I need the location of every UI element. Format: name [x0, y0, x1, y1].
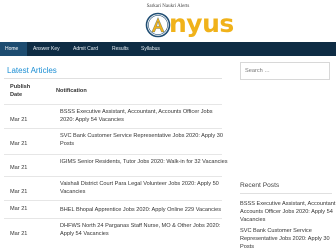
row-title-link[interactable]: IGIMS Senior Residents, Tutor Jobs 2020:… — [60, 158, 228, 166]
row-title-link[interactable]: DHFWS North 24 Parganas Staff Nurse, MO … — [60, 222, 228, 238]
table-row: Mar 21 Vaishali District Court Para Lega… — [4, 176, 222, 198]
row-title-link[interactable]: BSSS Executive Assistant, Accountant, Ac… — [60, 108, 228, 124]
nav-item-syllabus[interactable]: Syllabus — [141, 42, 160, 56]
logo-text: nyus — [169, 9, 234, 38]
row-title-link[interactable]: BHEL Bhopal Apprentice Jobs 2020: Apply … — [60, 206, 228, 214]
column-header-date-line2: Date — [10, 92, 23, 98]
table-row: Mar 21 BSSS Executive Assistant, Account… — [4, 104, 222, 126]
row-date: Mar 21 — [10, 206, 28, 212]
logo-a-icon — [145, 12, 171, 38]
latest-articles-section: Latest Articles Publish Date Notificatio… — [0, 56, 228, 252]
row-title-link[interactable]: SVC Bank Customer Service Representative… — [60, 132, 228, 148]
main-navigation: Home Answer Key Admit Card Results Sylla… — [0, 42, 336, 56]
row-date: Mar 21 — [10, 165, 28, 171]
search-input[interactable] — [240, 62, 330, 80]
table-row: Mar 21 IGIMS Senior Residents, Tutor Job… — [4, 154, 228, 176]
row-title-link[interactable]: Vaishali District Court Para Legal Volun… — [60, 180, 228, 196]
column-header-date: Publish Date — [10, 83, 30, 99]
column-header-title: Notification — [56, 88, 87, 94]
site-header: Sarkari Naukri Alerts nyus — [0, 0, 336, 42]
recent-posts-divider — [240, 193, 332, 194]
section-divider — [4, 78, 222, 79]
row-date: Mar 21 — [10, 141, 28, 147]
section-title: Latest Articles — [7, 66, 57, 75]
nav-item-answer-key[interactable]: Answer Key — [33, 42, 60, 56]
sidebar: Recent Posts BSSS Executive Assistant, A… — [232, 56, 336, 252]
nav-item-results[interactable]: Results — [112, 42, 129, 56]
table-row: Mar 21 SVC Bank Customer Service Represe… — [4, 128, 223, 152]
site-logo[interactable]: nyus — [145, 9, 234, 38]
row-date: Mar 21 — [10, 231, 28, 237]
recent-post-link[interactable]: BSSS Executive Assistant, Accountant, Ac… — [240, 200, 336, 224]
column-header-date-line1: Publish — [10, 84, 31, 90]
recent-post-link[interactable]: SVC Bank Customer Service Representative… — [240, 227, 336, 251]
row-date: Mar 21 — [10, 117, 28, 123]
nav-item-home[interactable]: Home — [0, 42, 27, 56]
recent-posts-title: Recent Posts — [240, 182, 280, 189]
nav-item-admit-card[interactable]: Admit Card — [73, 42, 98, 56]
table-row: Mar 21 DHFWS North 24 Parganas Staff Nur… — [4, 218, 222, 242]
table-row: Mar 21 BHEL Bhopal Apprentice Jobs 2020:… — [4, 200, 222, 218]
row-date: Mar 21 — [10, 189, 28, 195]
